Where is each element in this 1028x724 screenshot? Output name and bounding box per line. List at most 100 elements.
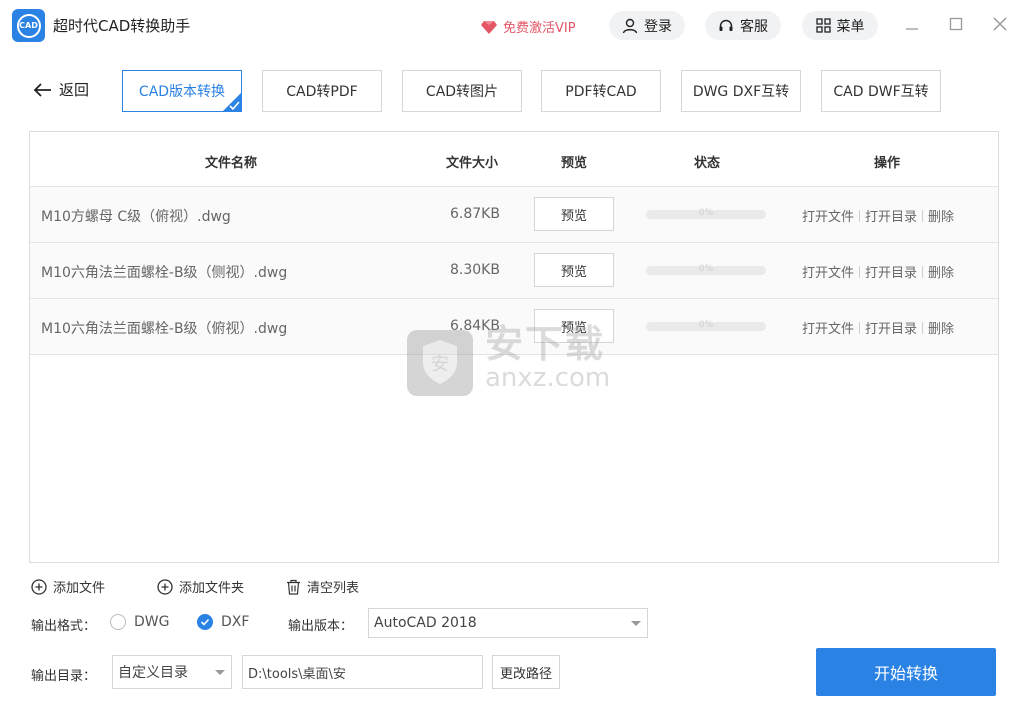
row-actions: 打开文件 打开目录 删除 [802,318,954,337]
grid-icon [815,18,831,33]
tab-pdf-to-cad[interactable]: PDF转CAD [541,70,661,112]
output-path-input[interactable] [242,655,483,689]
divider [859,321,861,334]
divider [922,321,924,334]
divider [922,265,924,278]
add-file-button[interactable]: 添加文件 [31,577,105,596]
login-button[interactable]: 登录 [609,11,685,40]
watermark-badge: 安 [431,354,449,375]
tab-dwg-dxf-convert[interactable]: DWG DXF互转 [681,70,801,112]
delete-link[interactable]: 删除 [928,206,954,225]
progress-bar: 0% [646,320,766,331]
menu-button[interactable]: 菜单 [802,11,878,40]
progress-percent: 0% [698,208,714,218]
column-header-size: 文件大小 [446,156,499,171]
preview-button[interactable]: 预览 [534,197,614,231]
tab-cad-to-image[interactable]: CAD转图片 [402,70,522,112]
vip-label: 免费激活VIP [503,21,576,36]
divider [922,209,924,222]
clear-list-button[interactable]: 清空列表 [286,577,359,596]
progress-percent: 0% [698,264,714,274]
back-button[interactable]: 返回 [33,79,89,100]
open-file-link[interactable]: 打开文件 [802,262,854,281]
menu-label: 菜单 [836,18,865,35]
format-radio-dwg[interactable]: DWG [110,614,169,630]
open-file-link[interactable]: 打开文件 [802,318,854,337]
add-folder-label: 添加文件夹 [179,581,245,596]
divider [859,209,861,222]
service-label: 客服 [740,18,768,35]
app-logo-text: CAD [16,13,41,38]
select-value: 自定义目录 [118,665,188,681]
open-directory-link[interactable]: 打开目录 [865,318,917,337]
progress-bar: 0% [646,264,766,275]
close-icon [993,17,1007,31]
table-row[interactable]: M10六角法兰面螺栓-B级（侧视）.dwg 8.30KB 预览 0% 打开文件 … [30,243,998,299]
table-row[interactable]: M10方螺母 C级（俯视）.dwg 6.87KB 预览 0% 打开文件 打开目录… [30,187,998,243]
chevron-down-icon [631,621,641,626]
radio-unchecked-icon [110,614,126,630]
delete-link[interactable]: 删除 [928,262,954,281]
minimize-button[interactable] [902,14,922,34]
column-header-actions: 操作 [874,156,901,171]
arrow-left-icon [33,82,51,97]
column-header-preview: 预览 [561,156,588,171]
tab-cad-to-pdf[interactable]: CAD转PDF [262,70,382,112]
output-version-select[interactable]: AutoCAD 2018 [368,608,648,638]
tab-label: CAD版本转换 [138,84,226,100]
add-folder-button[interactable]: 添加文件夹 [157,577,244,596]
tab-label: PDF转CAD [565,84,637,100]
file-size: 6.87KB [450,206,500,222]
chevron-down-icon [215,670,225,675]
plus-circle-icon [31,578,47,595]
radio-checked-icon [197,614,213,630]
file-name: M10六角法兰面螺栓-B级（俯视）.dwg [41,321,288,337]
add-file-label: 添加文件 [53,581,106,596]
trash-icon [287,579,300,595]
tab-label: CAD DWF互转 [833,84,929,100]
app-title: 超时代CAD转换助手 [53,17,191,35]
output-dir-label: 输出目录： [31,669,97,684]
tab-label: CAD转图片 [425,84,499,100]
output-version-label: 输出版本： [288,619,354,634]
divider [859,265,861,278]
tab-label: DWG DXF互转 [692,84,790,100]
user-icon [622,18,638,33]
progress-bar: 0% [646,208,766,219]
tab-cad-version-convert[interactable]: CAD版本转换 [122,70,242,112]
title-bar: CAD 超时代CAD转换助手 免费激活VIP 登录 客服 菜单 [0,0,1028,52]
start-convert-button[interactable]: 开始转换 [816,648,996,696]
progress-percent: 0% [698,320,714,330]
preview-button[interactable]: 预览 [534,253,614,287]
diamond-icon [481,20,497,34]
table-header: 文件名称 文件大小 预览 状态 操作 [30,132,998,187]
clear-list-label: 清空列表 [307,581,360,596]
watermark: 安 安下载 anxz.com [405,318,610,398]
maximize-button[interactable] [946,14,966,34]
selected-check-icon [222,92,242,112]
format-radio-dxf[interactable]: DXF [197,614,249,630]
delete-link[interactable]: 删除 [928,318,954,337]
change-path-button[interactable]: 更改路径 [492,655,560,689]
headset-icon [719,19,733,31]
back-label: 返回 [59,81,90,99]
output-dir-mode-select[interactable]: 自定义目录 [112,655,232,689]
radio-label: DWG [134,614,170,630]
select-value: AutoCAD 2018 [374,615,477,631]
row-actions: 打开文件 打开目录 删除 [802,262,954,281]
shield-icon: 安 [407,330,473,396]
file-name: M10六角法兰面螺栓-B级（侧视）.dwg [41,265,288,281]
open-directory-link[interactable]: 打开目录 [865,206,917,225]
minimize-icon [906,28,918,30]
app-logo: CAD [12,9,45,42]
tab-cad-dwf-convert[interactable]: CAD DWF互转 [821,70,941,112]
close-button[interactable] [990,14,1010,34]
customer-service-button[interactable]: 客服 [705,11,781,40]
watermark-cn: 安下载 [485,322,606,366]
radio-label: DXF [221,614,250,630]
open-directory-link[interactable]: 打开目录 [865,262,917,281]
file-size: 8.30KB [450,262,500,278]
login-label: 登录 [644,18,672,35]
activate-vip-link[interactable]: 免费激活VIP [481,17,576,36]
open-file-link[interactable]: 打开文件 [802,206,854,225]
